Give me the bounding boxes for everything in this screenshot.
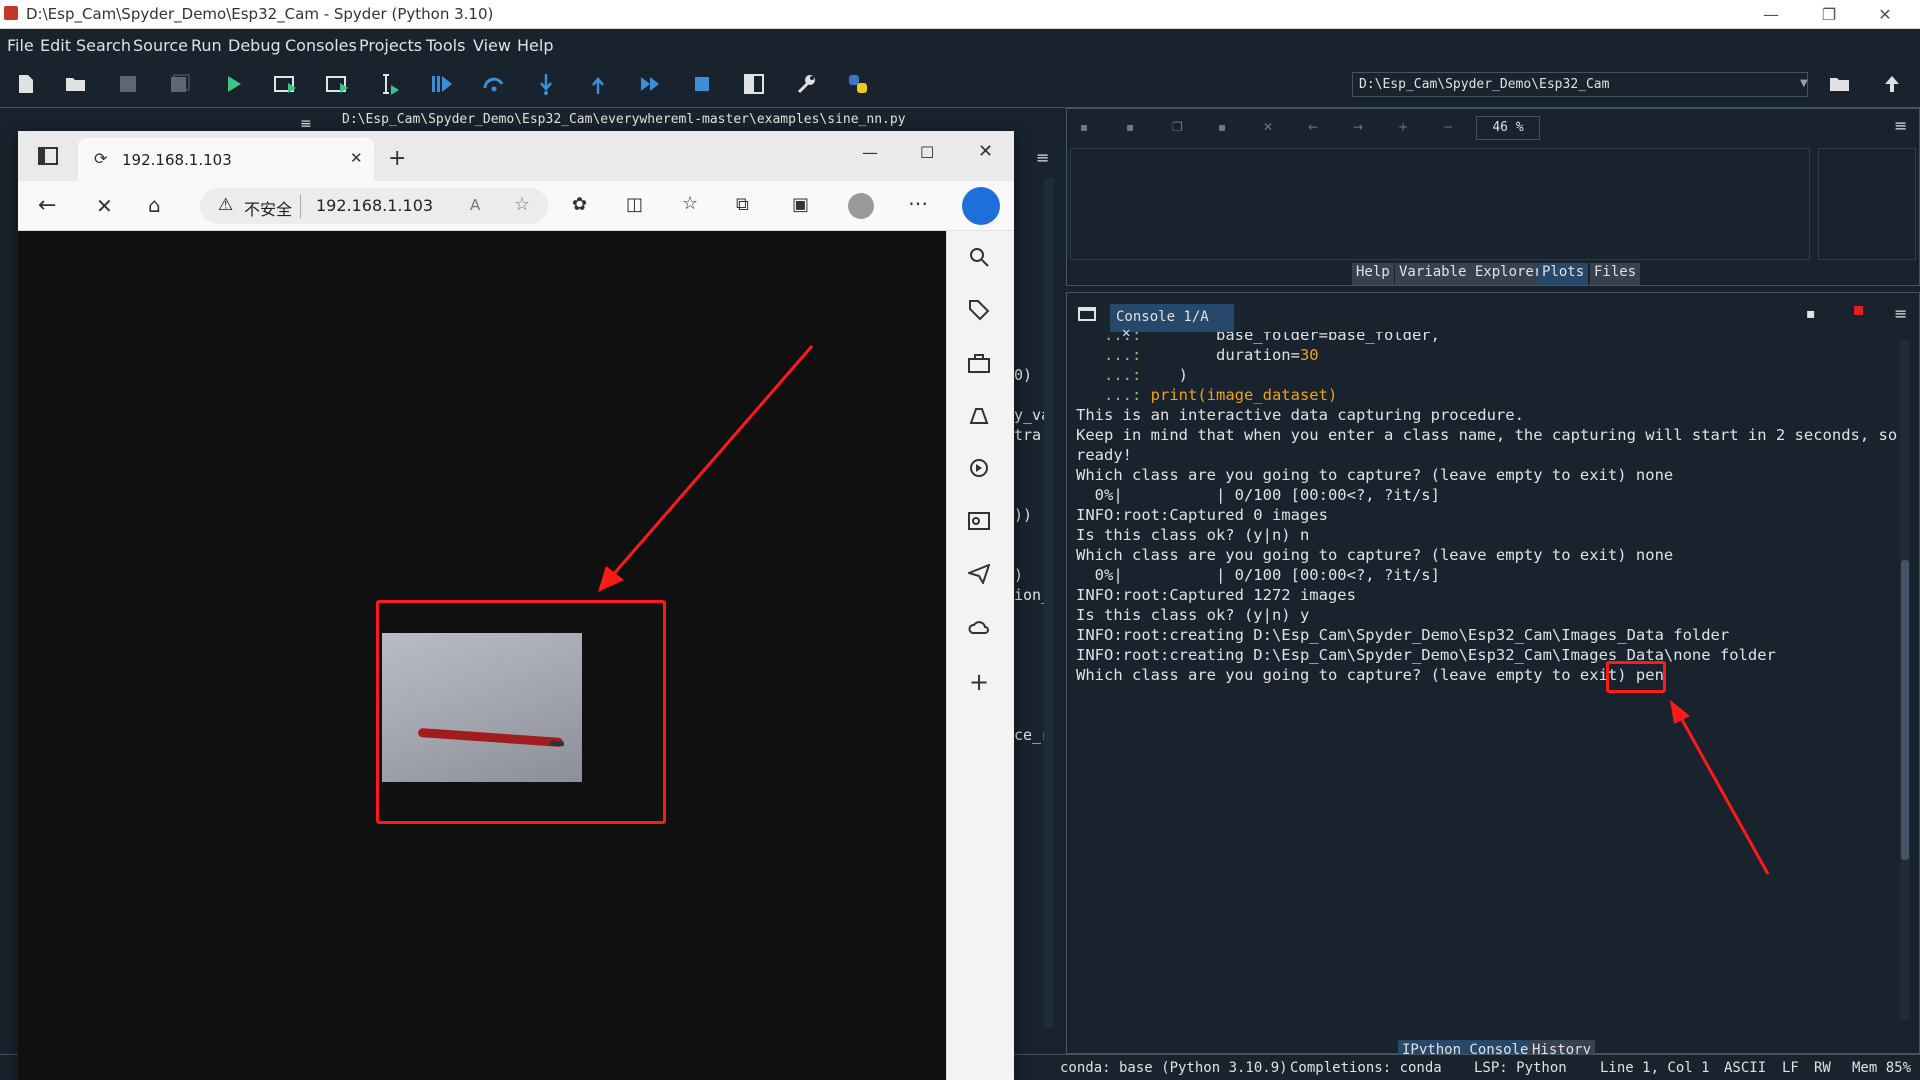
annotation-arrowhead (1670, 700, 1690, 724)
annotation-arrow-line (610, 345, 814, 577)
annotation-arrows (598, 345, 1770, 875)
annotation-arrow-line (1678, 715, 1770, 875)
annotation-arrowhead (598, 566, 624, 592)
